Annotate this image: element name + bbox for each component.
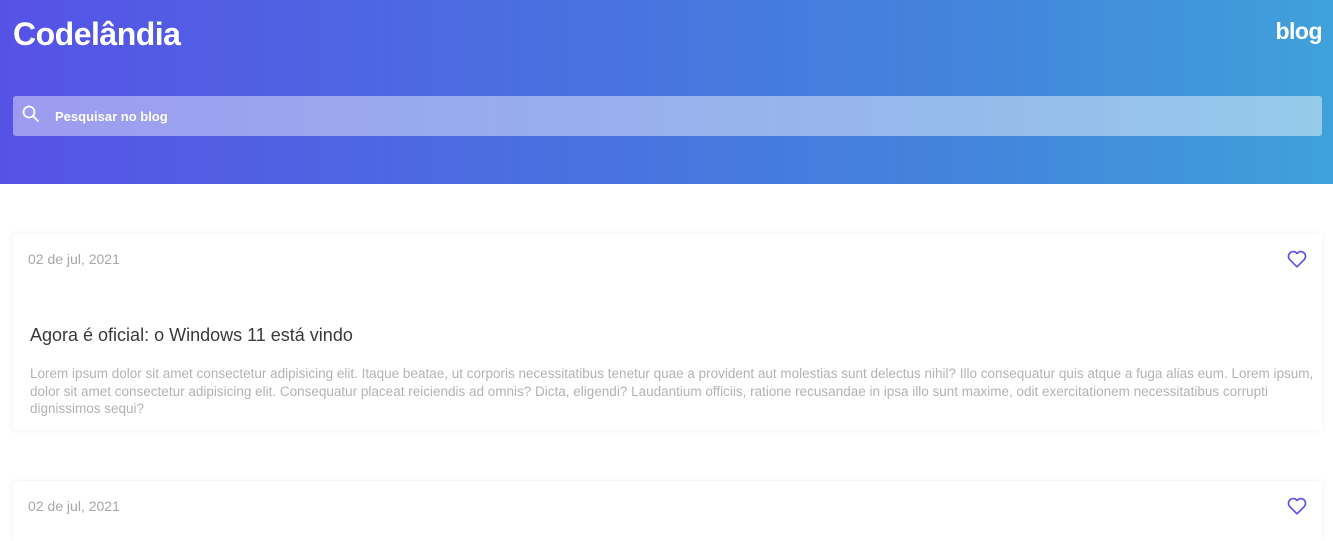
- post-card[interactable]: 02 de jul, 2021 Agora é oficial: o Windo…: [13, 234, 1322, 430]
- search-icon: [21, 104, 41, 124]
- post-card[interactable]: 02 de jul, 2021: [13, 481, 1322, 541]
- brand-logo[interactable]: Codelândia: [13, 16, 181, 53]
- site-header: Codelândia blog: [0, 0, 1333, 184]
- post-date: 02 de jul, 2021: [28, 251, 120, 267]
- heart-icon[interactable]: [1286, 495, 1308, 517]
- search-input[interactable]: [55, 96, 1305, 136]
- post-title[interactable]: Agora é oficial: o Windows 11 está vindo: [30, 325, 353, 346]
- search-bar[interactable]: [13, 96, 1322, 136]
- post-date: 02 de jul, 2021: [28, 498, 120, 514]
- nav-link-blog[interactable]: blog: [1275, 18, 1322, 45]
- post-excerpt: Lorem ipsum dolor sit amet consectetur a…: [30, 366, 1314, 416]
- heart-icon[interactable]: [1286, 248, 1308, 270]
